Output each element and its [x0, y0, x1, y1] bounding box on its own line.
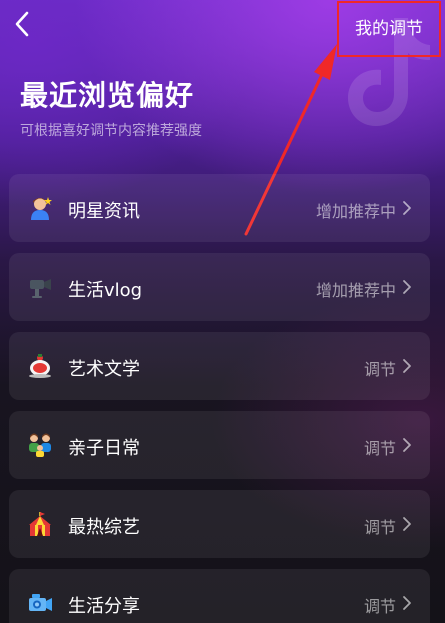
item-label: 生活分享	[68, 596, 140, 617]
chevron-right-icon	[403, 201, 411, 215]
circus-tent-icon	[29, 512, 51, 536]
list-item-life-sharing[interactable]: 生活分享 调节	[9, 569, 430, 623]
my-adjust-label: 我的调节	[355, 19, 423, 39]
list-item-art-literature[interactable]: 艺术文学 调节	[9, 332, 430, 400]
list-item-celebrity-news[interactable]: 明星资讯 增加推荐中	[9, 174, 430, 242]
chevron-left-icon	[15, 11, 29, 37]
camera-icon	[30, 279, 51, 298]
item-label: 生活vlog	[68, 280, 143, 301]
item-action: 调节	[363, 518, 396, 537]
page-subtitle: 可根据喜好调节内容推荐强度	[20, 123, 202, 139]
item-action: 增加推荐中	[315, 202, 396, 221]
item-action: 调节	[363, 360, 396, 379]
chevron-right-icon	[403, 359, 411, 373]
item-label: 艺术文学	[68, 359, 140, 380]
item-label: 明星资讯	[68, 201, 140, 222]
list-item-hot-variety[interactable]: 最热综艺 调节	[9, 490, 430, 558]
item-label: 最热综艺	[68, 517, 140, 538]
item-action: 增加推荐中	[315, 281, 396, 300]
item-action: 调节	[363, 439, 396, 458]
item-action: 调节	[363, 597, 396, 616]
teacup-icon	[29, 354, 51, 378]
chevron-right-icon	[403, 438, 411, 452]
star-person-icon	[31, 197, 52, 220]
page-title: 最近浏览偏好	[20, 79, 195, 112]
item-label: 亲子日常	[68, 438, 140, 459]
back-button[interactable]	[8, 10, 36, 38]
chevron-right-icon	[403, 596, 411, 610]
list-item-parenting-daily[interactable]: 亲子日常 调节	[9, 411, 430, 479]
list-item-life-vlog[interactable]: 生活vlog 增加推荐中	[9, 253, 430, 321]
family-icon	[29, 433, 51, 457]
video-camera-icon	[29, 594, 52, 611]
my-adjust-button[interactable]: 我的调节	[337, 1, 441, 57]
chevron-right-icon	[403, 517, 411, 531]
chevron-right-icon	[403, 280, 411, 294]
